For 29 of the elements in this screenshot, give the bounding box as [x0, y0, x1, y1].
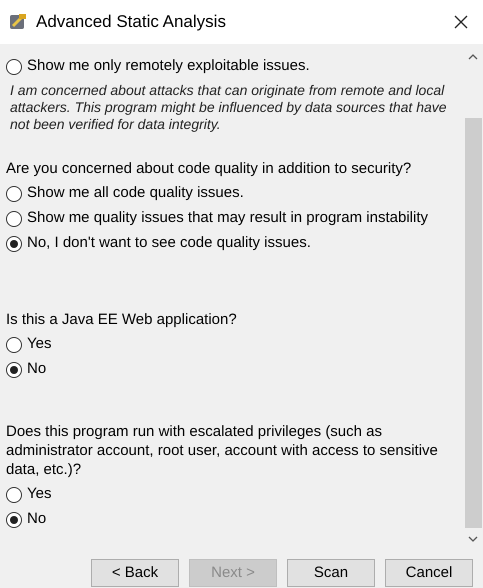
option-label: Yes	[27, 334, 52, 354]
close-icon	[454, 15, 468, 29]
option-label: Show me quality issues that may result in program instability	[27, 208, 428, 228]
question-text: Does this program run with escalated privileges (such as administrator account, root user, account with access to sensitive data, etc.)?	[6, 422, 439, 479]
option-label: Show me all code quality issues.	[27, 183, 244, 204]
question-text: Is this a Java EE Web application?	[6, 310, 238, 329]
option-label: No	[27, 509, 46, 530]
window-title: Advanced Static Analysis	[36, 11, 226, 34]
dialog-button[interactable]: Scan	[287, 559, 375, 587]
radio-button[interactable]	[6, 186, 22, 202]
scrollbar-thumb[interactable]	[464, 118, 482, 528]
radio-button[interactable]	[6, 512, 22, 528]
dialog-button[interactable]: Cancel	[385, 559, 473, 587]
option-label: No	[27, 359, 46, 380]
option-description: I am concerned about attacks that can originate from remote and local attackers. This program might be influenced by data sources that have not been verified for data integrity.	[9, 82, 448, 133]
radio-button[interactable]	[6, 362, 22, 378]
radio-button[interactable]	[6, 486, 22, 502]
app-icon	[8, 12, 28, 32]
option-label: Yes	[27, 484, 52, 504]
option-label: No, I don't want to see code quality issues.	[27, 233, 311, 254]
radio-button[interactable]	[6, 58, 22, 74]
question-text: Are you concerned about code quality in addition to security?	[6, 159, 412, 178]
scroll-up-icon[interactable]	[468, 54, 478, 60]
option-label: Show me only remotely exploitable issues.	[27, 56, 310, 76]
radio-button[interactable]	[6, 236, 22, 252]
radio-button[interactable]	[6, 210, 22, 226]
dialog-button[interactable]: < Back	[91, 559, 179, 587]
radio-button[interactable]	[6, 336, 22, 352]
scroll-down-icon[interactable]	[468, 536, 478, 542]
